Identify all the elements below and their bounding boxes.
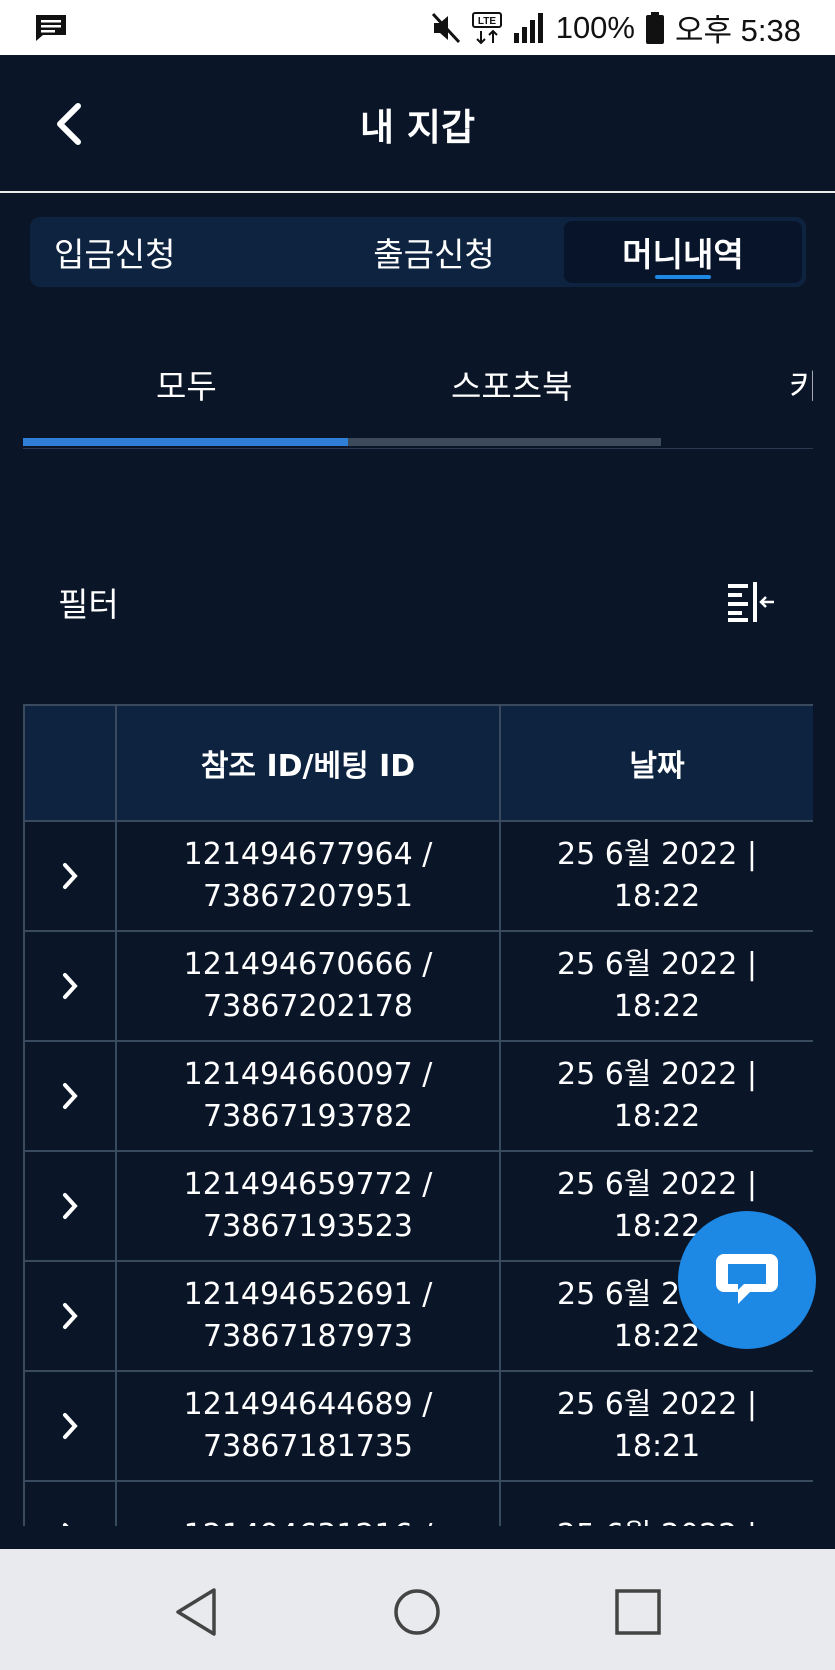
reference-cell: 121494660097 / 73867193782 bbox=[115, 1040, 501, 1152]
expand-row-button[interactable] bbox=[23, 930, 117, 1042]
triangle-back-icon bbox=[176, 1588, 216, 1636]
date-cell: 25 6월 2022 | 18:22 bbox=[499, 930, 813, 1042]
subtab-baseline bbox=[23, 448, 813, 449]
date-cell: 25 6월 2022 | bbox=[499, 1480, 813, 1526]
subtab-third[interactable]: 키 bbox=[789, 360, 813, 408]
app-header: 내 지갑 bbox=[0, 55, 835, 193]
table-row[interactable]: 121494644689 / 73867181735 25 6월 2022 | 18… bbox=[23, 1370, 813, 1482]
reference-id: 121494631216 / bbox=[117, 1515, 499, 1526]
reference-id: 121494644689 / bbox=[183, 1387, 433, 1422]
time-text: 18:22 bbox=[613, 879, 701, 914]
main-tabs: 입금신청 출금신청 머니내역 bbox=[30, 217, 806, 287]
signal-icon bbox=[512, 11, 546, 45]
chevron-right-icon bbox=[63, 863, 78, 889]
column-header-expand bbox=[23, 704, 117, 822]
table-header-row: 참조 ID/베팅 ID 날짜 bbox=[23, 704, 813, 822]
tab-money-history-label: 머니내역 bbox=[622, 235, 744, 274]
reference-cell: 121494670666 / 73867202178 bbox=[115, 930, 501, 1042]
tab-money-history[interactable]: 머니내역 bbox=[564, 221, 802, 283]
svg-text:LTE: LTE bbox=[478, 16, 496, 27]
mute-icon bbox=[430, 11, 462, 45]
reference-cell: 121494631216 / bbox=[115, 1480, 501, 1526]
reference-cell: 121494652691 / 73867187973 bbox=[115, 1260, 501, 1372]
reference-id: 121494670666 / bbox=[183, 947, 433, 982]
screen: LTE 100% 오후 5:38 내 지갑 입금신청 출금신청 머니내역 모두 bbox=[0, 0, 835, 1670]
nav-back-button[interactable] bbox=[170, 1584, 226, 1640]
date-text: 25 6월 2022 | bbox=[557, 1057, 757, 1092]
chevron-right-icon bbox=[63, 1303, 78, 1329]
reference-id: 121494660097 / bbox=[183, 1057, 433, 1092]
clock: 오후 5:38 bbox=[675, 13, 801, 48]
date-text: 25 6월 2022 | bbox=[501, 1515, 813, 1526]
filter-label: 필터 bbox=[58, 585, 119, 624]
chat-bubble-icon bbox=[716, 1254, 778, 1304]
status-right: LTE 100% 오후 5:38 bbox=[430, 0, 801, 55]
date-cell: 25 6월 2022 | 18:22 bbox=[499, 820, 813, 932]
date-text: 25 6월 2022 | bbox=[557, 1387, 757, 1422]
chevron-right-icon bbox=[63, 973, 78, 999]
reference-cell: 121494659772 / 73867193523 bbox=[115, 1150, 501, 1262]
subtab-active-indicator bbox=[23, 438, 348, 446]
chevron-right-icon bbox=[63, 1413, 78, 1439]
history-table: 참조 ID/베팅 ID 날짜 121494677964 / 73867207951… bbox=[23, 704, 813, 1526]
table-row[interactable]: 121494631216 / 25 6월 2022 | bbox=[23, 1480, 813, 1526]
time-text: 18:22 bbox=[613, 1099, 701, 1134]
bet-id: 73867207951 bbox=[203, 879, 413, 914]
sub-tabs: 모두 스포츠북 키 bbox=[23, 330, 813, 450]
bet-id: 73867202178 bbox=[203, 989, 413, 1024]
tab-withdraw-request[interactable]: 출금신청 bbox=[304, 221, 564, 283]
date-text: 25 6월 2022 | bbox=[557, 947, 757, 982]
reference-id: 121494677964 / bbox=[183, 837, 433, 872]
bet-id: 73867187973 bbox=[203, 1319, 413, 1354]
table-row[interactable]: 121494660097 / 73867193782 25 6월 2022 | 18… bbox=[23, 1040, 813, 1152]
chevron-right-icon bbox=[63, 1193, 78, 1219]
circle-home-icon bbox=[394, 1589, 440, 1635]
bet-id: 73867193523 bbox=[203, 1209, 413, 1244]
column-header-reference-id: 참조 ID/베팅 ID bbox=[115, 704, 501, 822]
tab-deposit-request[interactable]: 입금신청 bbox=[34, 221, 304, 283]
lte-icon: LTE bbox=[471, 11, 502, 45]
page-title: 내 지갑 bbox=[359, 106, 475, 149]
reference-id: 121494659772 / bbox=[183, 1167, 433, 1202]
date-cell: 25 6월 2022 | 18:21 bbox=[499, 1370, 813, 1482]
subtab-all[interactable]: 모두 bbox=[156, 360, 217, 408]
reference-cell: 121494644689 / 73867181735 bbox=[115, 1370, 501, 1482]
table-row[interactable]: 121494677964 / 73867207951 25 6월 2022 | 18… bbox=[23, 820, 813, 932]
expand-row-button[interactable] bbox=[23, 1150, 117, 1262]
expand-row-button[interactable] bbox=[23, 820, 117, 932]
subtab-sportsbook[interactable]: 스포츠북 bbox=[451, 360, 572, 408]
chevron-right-icon bbox=[63, 1523, 69, 1526]
expand-row-button[interactable] bbox=[23, 1260, 117, 1372]
time-text: 18:22 bbox=[613, 989, 701, 1024]
message-notification-icon bbox=[34, 13, 68, 47]
system-nav-bar bbox=[0, 1549, 835, 1670]
expand-row-button[interactable] bbox=[23, 1480, 117, 1526]
column-header-date: 날짜 bbox=[499, 704, 813, 822]
chevron-right-icon bbox=[63, 1083, 78, 1109]
square-recents-icon bbox=[615, 1589, 661, 1635]
bet-id: 73867181735 bbox=[203, 1429, 413, 1464]
reference-id: 121494652691 / bbox=[183, 1277, 433, 1312]
history-table-container[interactable]: 참조 ID/베팅 ID 날짜 121494677964 / 73867207951… bbox=[23, 704, 813, 1526]
nav-recents-button[interactable] bbox=[610, 1584, 666, 1640]
reference-cell: 121494677964 / 73867207951 bbox=[115, 820, 501, 932]
date-text: 25 6월 2022 | bbox=[557, 837, 757, 872]
date-text: 25 6월 2022 | bbox=[557, 1167, 757, 1202]
filter-toggle-icon[interactable] bbox=[726, 580, 778, 624]
nav-home-button[interactable] bbox=[389, 1584, 445, 1640]
date-cell: 25 6월 2022 | 18:22 bbox=[499, 1040, 813, 1152]
battery-percent: 100% bbox=[555, 9, 635, 45]
time-text: 18:21 bbox=[613, 1429, 701, 1464]
live-chat-button[interactable] bbox=[678, 1211, 816, 1349]
battery-icon bbox=[645, 11, 665, 45]
expand-row-button[interactable] bbox=[23, 1040, 117, 1152]
expand-row-button[interactable] bbox=[23, 1370, 117, 1482]
active-tab-indicator bbox=[655, 275, 711, 279]
bet-id: 73867193782 bbox=[203, 1099, 413, 1134]
status-bar: LTE 100% 오후 5:38 bbox=[0, 0, 835, 55]
table-row[interactable]: 121494670666 / 73867202178 25 6월 2022 | 18… bbox=[23, 930, 813, 1042]
